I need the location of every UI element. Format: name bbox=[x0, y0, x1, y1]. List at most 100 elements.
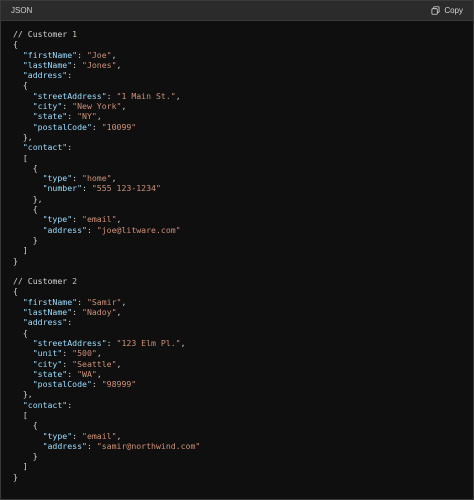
code-line: "streetAddress": "123 Elm Pl.", bbox=[13, 338, 465, 348]
code-token: "Seattle" bbox=[72, 358, 117, 369]
code-token: { bbox=[13, 39, 18, 50]
code-line: "postalCode": "10099" bbox=[13, 122, 465, 132]
code-token: : bbox=[67, 399, 73, 410]
code-line: } bbox=[13, 256, 465, 266]
code-token: "type" bbox=[42, 173, 73, 184]
code-token: "email" bbox=[82, 430, 117, 441]
code-token: "samir@northwind.com" bbox=[96, 440, 201, 451]
code-token: : bbox=[62, 348, 73, 359]
code-token: "firstName" bbox=[22, 49, 78, 60]
code-token: , bbox=[116, 59, 122, 70]
code-line: "address": "joe@litware.com" bbox=[13, 225, 465, 235]
code-line: }, bbox=[13, 389, 465, 399]
code-line: [ bbox=[13, 410, 465, 420]
code-token: "123 Elm Pl." bbox=[116, 337, 181, 348]
code-line: "type": "home", bbox=[13, 173, 465, 183]
copy-icon bbox=[431, 6, 440, 15]
code-token: , bbox=[116, 358, 122, 369]
code-line: { bbox=[13, 286, 465, 296]
code-token: "address" bbox=[42, 224, 87, 235]
code-token: "10099" bbox=[101, 121, 137, 132]
code-token: "Joe" bbox=[86, 49, 112, 60]
code-token: , bbox=[111, 49, 117, 60]
code-token: "Samir" bbox=[86, 296, 122, 307]
code-token: "city" bbox=[32, 101, 63, 112]
code-line: // Customer 1 bbox=[13, 29, 465, 39]
code-token: "state" bbox=[32, 368, 68, 379]
code-line: } bbox=[13, 235, 465, 245]
code-token: , bbox=[111, 173, 117, 184]
code-token: : bbox=[67, 142, 73, 153]
code-token: // Customer bbox=[13, 29, 73, 39]
code-token: : bbox=[67, 111, 78, 122]
code-token: , bbox=[96, 368, 102, 379]
code-token: { bbox=[13, 80, 28, 91]
code-token: "joe@litware.com" bbox=[96, 224, 181, 235]
code-token: "lastName" bbox=[22, 307, 73, 318]
json-code-area[interactable]: // Customer 1{ "firstName": "Joe", "last… bbox=[13, 29, 465, 491]
code-line: } bbox=[13, 472, 465, 482]
code-token: // Customer bbox=[13, 276, 73, 287]
code-line: "city": "New York", bbox=[13, 101, 465, 111]
code-token: 1 bbox=[72, 29, 78, 39]
code-token: }, bbox=[13, 193, 43, 204]
code-line: "address": "samir@northwind.com" bbox=[13, 441, 465, 451]
code-token: "state" bbox=[32, 111, 68, 122]
code-token: 2 bbox=[72, 276, 78, 287]
code-token: ] bbox=[13, 461, 28, 472]
code-line: { bbox=[13, 420, 465, 430]
code-token: : bbox=[72, 173, 83, 184]
code-token: , bbox=[116, 307, 122, 318]
code-line: "unit": "500", bbox=[13, 348, 465, 358]
code-token: , bbox=[175, 90, 181, 101]
code-token: "home" bbox=[82, 173, 112, 184]
code-token: : bbox=[77, 49, 87, 60]
code-token: "postalCode" bbox=[32, 379, 92, 390]
code-token: "555 123-1234" bbox=[91, 183, 161, 194]
code-line: "streetAddress": "1 Main St.", bbox=[13, 91, 465, 101]
code-block-header: JSON Copy bbox=[1, 1, 473, 21]
code-token: "city" bbox=[32, 358, 63, 369]
code-token: "unit" bbox=[32, 348, 63, 359]
code-line: ] bbox=[13, 245, 465, 255]
code-line: { bbox=[13, 204, 465, 214]
code-token: "address" bbox=[42, 440, 87, 451]
code-token: "number" bbox=[42, 183, 83, 194]
code-token: [ bbox=[13, 152, 28, 163]
code-token: "New York" bbox=[72, 101, 122, 112]
code-line: { bbox=[13, 328, 465, 338]
code-token: "Nadoy" bbox=[82, 307, 117, 318]
copy-button[interactable]: Copy bbox=[431, 6, 463, 15]
code-token: , bbox=[96, 111, 102, 122]
code-token: "contact" bbox=[22, 399, 68, 410]
code-token: : bbox=[86, 224, 97, 235]
code-token: : bbox=[91, 379, 102, 390]
code-token: "type" bbox=[42, 214, 73, 225]
code-line: [ bbox=[13, 153, 465, 163]
code-token: , bbox=[116, 214, 122, 225]
code-line: "contact": bbox=[13, 142, 465, 152]
code-line: "firstName": "Samir", bbox=[13, 297, 465, 307]
code-line: "number": "555 123-1234" bbox=[13, 183, 465, 193]
code-token: "1 Main St." bbox=[116, 90, 176, 101]
code-token: "NY" bbox=[77, 111, 97, 122]
code-token: : bbox=[77, 296, 87, 307]
code-token: "type" bbox=[42, 430, 73, 441]
code-line: { bbox=[13, 39, 465, 49]
code-line: "lastName": "Nadoy", bbox=[13, 307, 465, 317]
copy-label: Copy bbox=[444, 6, 463, 15]
code-token: : bbox=[106, 90, 117, 101]
